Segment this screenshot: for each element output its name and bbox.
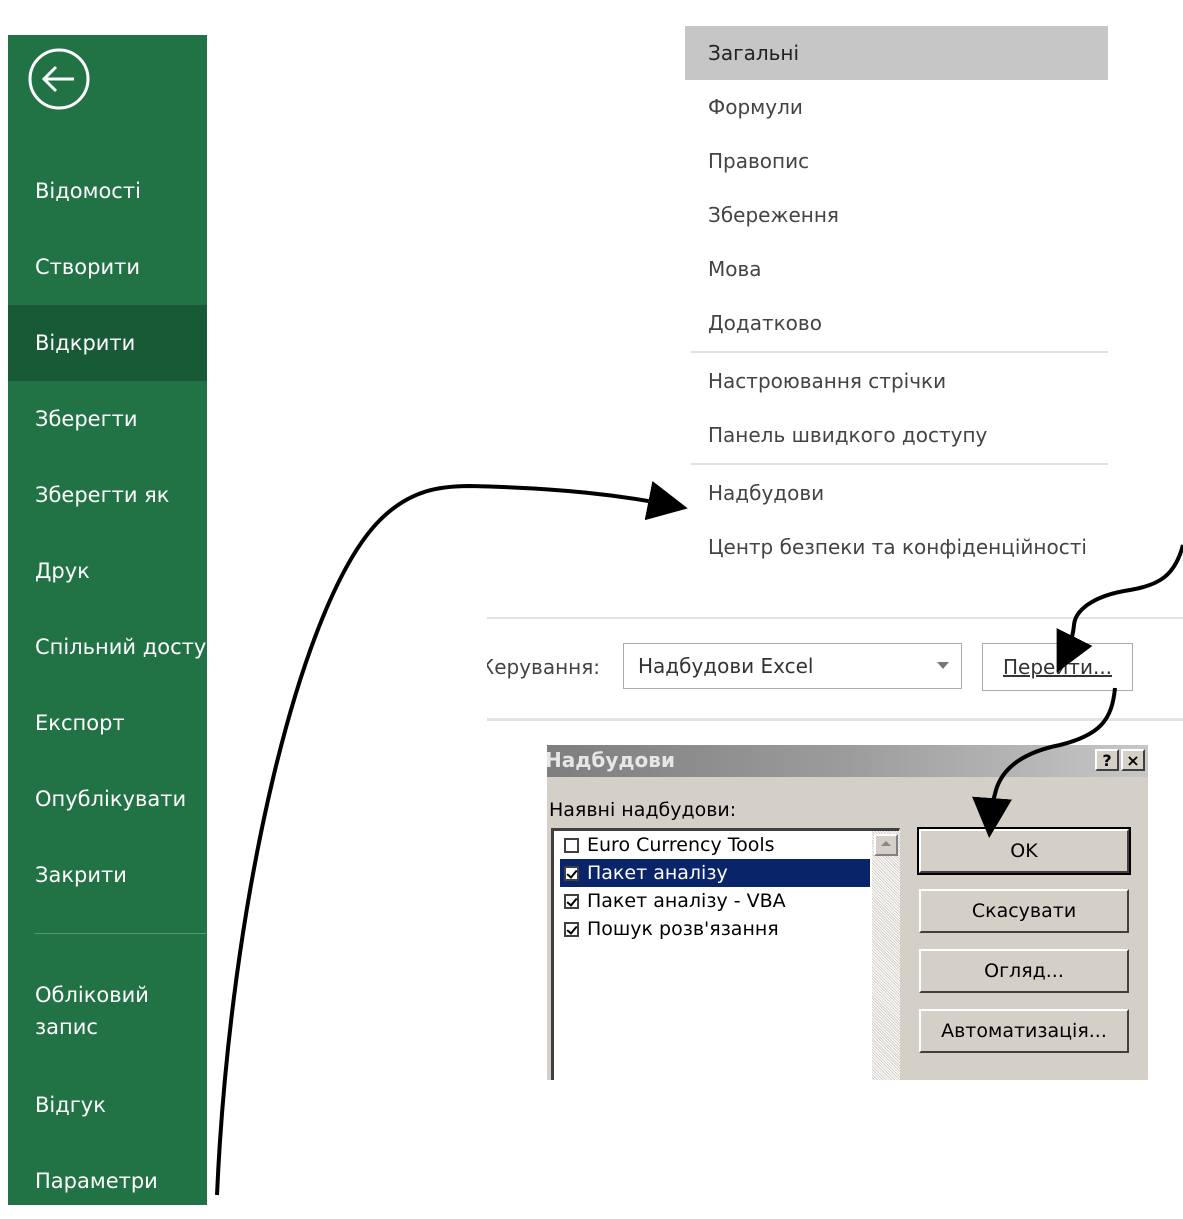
addin-label: Euro Currency Tools (587, 834, 775, 856)
addin-label: Пакет аналізу - VBA (587, 890, 786, 912)
options-item-label: Додатково (708, 311, 822, 335)
list-scrollbar[interactable] (872, 831, 900, 1080)
sidebar-item-label: Відгук (35, 1093, 106, 1117)
sidebar-item-label: Спільний доступ (35, 635, 207, 659)
checkbox[interactable] (564, 865, 579, 881)
sidebar-item-label: Відомості (35, 179, 141, 203)
sidebar-item-feedback[interactable]: Відгук (8, 1067, 207, 1143)
options-item-formulas[interactable]: Формули (685, 80, 1108, 134)
options-item-label: Настроювання стрічки (708, 369, 947, 393)
options-item-label: Центр безпеки та конфіденційності (708, 535, 1087, 559)
options-divider (691, 351, 1108, 353)
addins-list[interactable]: Euro Currency Tools Пакет аналізу Пакет … (551, 828, 900, 1080)
dialog-title: Надбудови (547, 748, 675, 772)
options-item-customize-ribbon[interactable]: Настроювання стрічки (685, 354, 1108, 408)
automation-button[interactable]: Автоматизація... (919, 1009, 1129, 1053)
addin-solver[interactable]: Пошук розв'язання (560, 915, 870, 943)
checkbox[interactable] (564, 921, 579, 937)
options-item-addins[interactable]: Надбудови (685, 466, 1108, 520)
sidebar-item-label: Опублікувати (35, 787, 187, 811)
addin-euro-currency-tools[interactable]: Euro Currency Tools (560, 831, 870, 859)
sidebar-item-account[interactable]: Обліковий запис (8, 979, 168, 1055)
options-item-label: Загальні (708, 41, 800, 65)
help-button[interactable]: ? (1095, 749, 1119, 771)
sidebar-item-open[interactable]: Відкрити (8, 305, 207, 381)
backstage-sidebar: Відомості Створити Відкрити Зберегти Збе… (8, 35, 207, 1205)
sidebar-item-new[interactable]: Створити (8, 229, 207, 305)
back-arrow-icon[interactable] (27, 47, 91, 111)
sidebar-item-publish[interactable]: Опублікувати (8, 761, 207, 837)
options-item-label: Надбудови (708, 481, 825, 505)
sidebar-item-save[interactable]: Зберегти (8, 381, 207, 457)
addin-analysis-toolpak[interactable]: Пакет аналізу (560, 859, 870, 887)
sidebar-item-label: Зберегти (35, 407, 138, 431)
options-item-trust-center[interactable]: Центр безпеки та конфіденційності (685, 520, 1108, 574)
options-categories-panel: Загальні Формули Правопис Збереження Мов… (683, 10, 1108, 580)
manage-dropdown[interactable]: Надбудови Excel (623, 643, 962, 689)
sidebar-item-close[interactable]: Закрити (8, 837, 207, 913)
options-divider (691, 463, 1108, 465)
options-item-label: Збереження (708, 203, 839, 227)
addin-label: Пошук розв'язання (587, 918, 779, 940)
chevron-down-icon (937, 662, 949, 669)
scroll-up-icon[interactable] (874, 834, 898, 856)
dialog-title-bar: Надбудови ? × (547, 745, 1148, 777)
checkbox[interactable] (564, 837, 579, 853)
sidebar-item-label: Друк (35, 559, 90, 583)
go-button[interactable]: Перейти... (982, 643, 1133, 691)
sidebar-item-save-as[interactable]: Зберегти як (8, 457, 207, 533)
addin-label: Пакет аналізу (587, 862, 728, 884)
sidebar-item-options[interactable]: Параметри (8, 1143, 207, 1219)
options-item-label: Правопис (708, 149, 810, 173)
options-item-proofing[interactable]: Правопис (685, 134, 1108, 188)
checkbox[interactable] (564, 893, 579, 909)
sidebar-divider (35, 933, 207, 934)
available-addins-label: Наявні надбудови: (549, 799, 737, 821)
options-item-save[interactable]: Збереження (685, 188, 1108, 242)
options-item-label: Панель швидкого доступу (708, 423, 988, 447)
close-button[interactable]: × (1121, 749, 1145, 771)
manage-dropdown-value: Надбудови Excel (638, 654, 814, 678)
sidebar-item-label: Експорт (35, 711, 125, 735)
ok-button[interactable]: OK (917, 827, 1131, 875)
sidebar-item-label: Обліковий запис (35, 983, 149, 1039)
options-item-language[interactable]: Мова (685, 242, 1108, 296)
sidebar-item-share[interactable]: Спільний доступ (8, 609, 207, 685)
sidebar-item-label: Параметри (35, 1169, 158, 1193)
manage-addins-bar: Керування: Надбудови Excel Перейти... (487, 617, 1183, 721)
manage-label: Керування: (487, 655, 600, 679)
browse-button[interactable]: Огляд... (919, 949, 1129, 993)
cancel-button[interactable]: Скасувати (919, 889, 1129, 933)
options-item-label: Формули (708, 95, 803, 119)
sidebar-item-label: Закрити (35, 863, 127, 887)
options-item-label: Мова (708, 257, 762, 281)
sidebar-item-export[interactable]: Експорт (8, 685, 207, 761)
sidebar-item-label: Відкрити (35, 331, 136, 355)
options-item-advanced[interactable]: Додатково (685, 296, 1108, 350)
sidebar-item-label: Зберегти як (35, 483, 170, 507)
sidebar-item-label: Створити (35, 255, 140, 279)
sidebar-item-info[interactable]: Відомості (8, 153, 207, 229)
options-item-general[interactable]: Загальні (685, 26, 1108, 80)
options-item-quick-access-toolbar[interactable]: Панель швидкого доступу (685, 408, 1108, 462)
sidebar-item-print[interactable]: Друк (8, 533, 207, 609)
addin-analysis-toolpak-vba[interactable]: Пакет аналізу - VBA (560, 887, 870, 915)
addins-dialog: Надбудови ? × Наявні надбудови: Euro Cur… (547, 745, 1148, 1080)
